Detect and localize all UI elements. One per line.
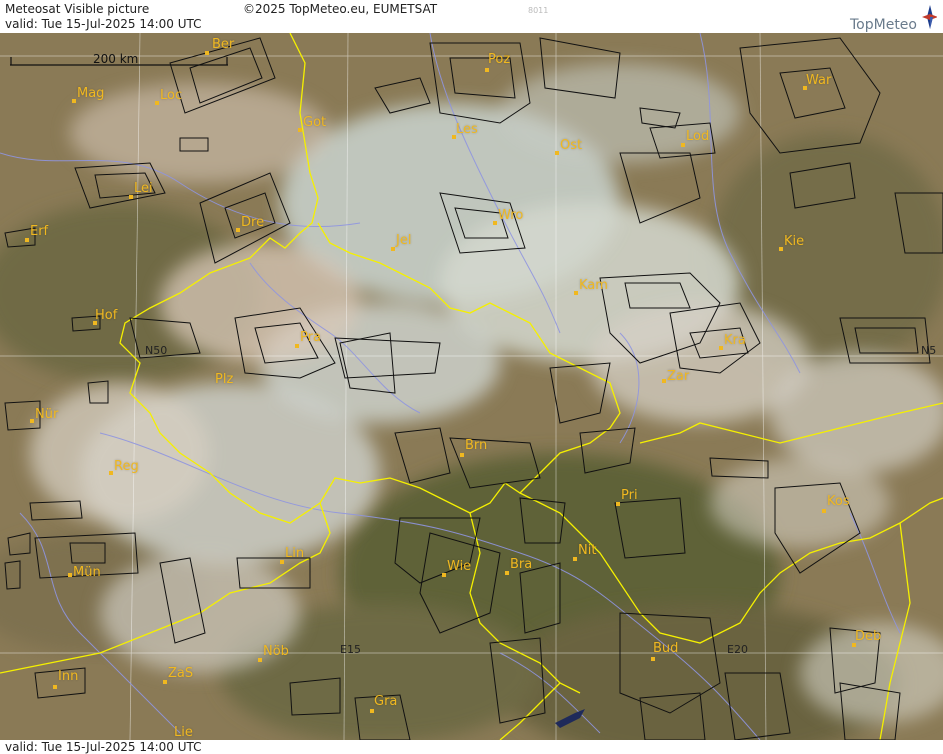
city-dot bbox=[779, 247, 783, 251]
city-label-plz: Plz bbox=[215, 372, 234, 387]
city-label-wro: Wro bbox=[498, 208, 524, 223]
city-dot bbox=[681, 143, 685, 147]
topmeteo-logo[interactable]: TopMeteo bbox=[837, 3, 937, 33]
city-dot bbox=[30, 419, 34, 423]
compass-star-icon bbox=[922, 5, 937, 29]
city-label-mag: Mag bbox=[77, 86, 105, 101]
city-dot bbox=[109, 471, 113, 475]
image-code: 8011 bbox=[528, 6, 549, 15]
footer-bar: valid: Tue 15-Jul-2025 14:00 UTC bbox=[0, 740, 943, 754]
weather-map-page: Meteosat Visible picture valid: Tue 15-J… bbox=[0, 0, 943, 754]
city-label-zar: Zar bbox=[667, 369, 690, 384]
lat-label-n50-left: N50 bbox=[145, 344, 168, 357]
city-dot bbox=[460, 453, 464, 457]
city-label-lod: Lod bbox=[686, 129, 710, 144]
city-dot bbox=[163, 680, 167, 684]
city-dot bbox=[555, 151, 559, 155]
city-label-lin: Lin bbox=[285, 546, 305, 561]
city-label-erf: Erf bbox=[30, 224, 49, 239]
city-dot bbox=[298, 128, 302, 132]
city-label-bud: Bud bbox=[653, 641, 679, 656]
lat-label-n50-right: N5 bbox=[921, 344, 937, 357]
city-label-ber: Ber bbox=[212, 37, 235, 52]
city-dot bbox=[442, 573, 446, 577]
valid-time-top: valid: Tue 15-Jul-2025 14:00 UTC bbox=[5, 17, 202, 31]
city-dot bbox=[719, 346, 723, 350]
city-dot bbox=[25, 238, 29, 242]
city-label-dre: Dre bbox=[241, 215, 265, 230]
city-dot bbox=[280, 560, 284, 564]
city-label-wie: Wie bbox=[447, 559, 472, 574]
city-label-pra: Pra bbox=[300, 330, 321, 345]
map-title: Meteosat Visible picture bbox=[5, 2, 150, 16]
city-label-poz: Poz bbox=[488, 52, 511, 67]
city-label-inn: Inn bbox=[58, 669, 79, 684]
city-label-les: Les bbox=[456, 122, 478, 137]
city-label-hof: Hof bbox=[95, 308, 118, 323]
city-dot bbox=[72, 99, 76, 103]
city-dot bbox=[616, 502, 620, 506]
city-dot bbox=[295, 344, 299, 348]
city-dot bbox=[236, 228, 240, 232]
city-label-nur: Nür bbox=[35, 407, 59, 422]
city-label-pri: Pri bbox=[621, 488, 638, 503]
city-label-nit: Nit bbox=[578, 543, 597, 558]
city-dot bbox=[205, 51, 209, 55]
copyright-text: ©2025 TopMeteo.eu, EUMETSAT bbox=[243, 2, 438, 16]
valid-time-bottom: valid: Tue 15-Jul-2025 14:00 UTC bbox=[5, 740, 202, 754]
city-dot bbox=[485, 68, 489, 72]
header-bar: Meteosat Visible picture valid: Tue 15-J… bbox=[0, 0, 943, 33]
city-dot bbox=[155, 101, 159, 105]
city-label-lei: Lei bbox=[134, 181, 153, 196]
satellite-map[interactable]: 200 km N50 N5 E15 E20 Ber Poz War Mag Lo… bbox=[0, 33, 943, 740]
city-dot bbox=[662, 379, 666, 383]
city-label-kos: Kos bbox=[827, 494, 850, 509]
lon-label-e20: E20 bbox=[727, 643, 748, 656]
city-dot bbox=[53, 685, 57, 689]
city-dot bbox=[574, 291, 578, 295]
city-label-deb: Deb bbox=[855, 629, 882, 644]
city-dot bbox=[505, 571, 509, 575]
city-dot bbox=[391, 247, 395, 251]
city-dot bbox=[258, 658, 262, 662]
city-label-brn: Brn bbox=[465, 438, 488, 453]
city-label-lie: Lie bbox=[174, 725, 193, 740]
city-label-mun: Mün bbox=[73, 565, 101, 580]
city-label-kie: Kie bbox=[784, 234, 805, 249]
city-label-bra: Bra bbox=[510, 557, 533, 572]
city-label-kra: Kra bbox=[724, 333, 746, 348]
scale-label: 200 km bbox=[93, 52, 139, 66]
city-label-kam: Kam bbox=[579, 278, 608, 293]
city-dot bbox=[822, 509, 826, 513]
city-dot bbox=[493, 221, 497, 225]
city-label-reg: Reg bbox=[114, 459, 139, 474]
city-dot bbox=[68, 573, 72, 577]
city-dot bbox=[573, 557, 577, 561]
city-label-nob: Nöb bbox=[263, 644, 289, 659]
lon-label-e15: E15 bbox=[340, 643, 361, 656]
city-label-got: Got bbox=[303, 115, 327, 130]
city-dot bbox=[129, 195, 133, 199]
city-label-war: War bbox=[806, 73, 832, 88]
city-label-zas: ZaS bbox=[168, 666, 194, 681]
city-label-jel: Jel bbox=[396, 233, 412, 248]
city-dot bbox=[651, 657, 655, 661]
city-label-loc: Loc bbox=[160, 88, 183, 103]
map-layers bbox=[0, 33, 943, 740]
city-label-gra: Gra bbox=[374, 694, 398, 709]
city-dot bbox=[370, 709, 374, 713]
city-label-ost: Ost bbox=[560, 138, 583, 153]
